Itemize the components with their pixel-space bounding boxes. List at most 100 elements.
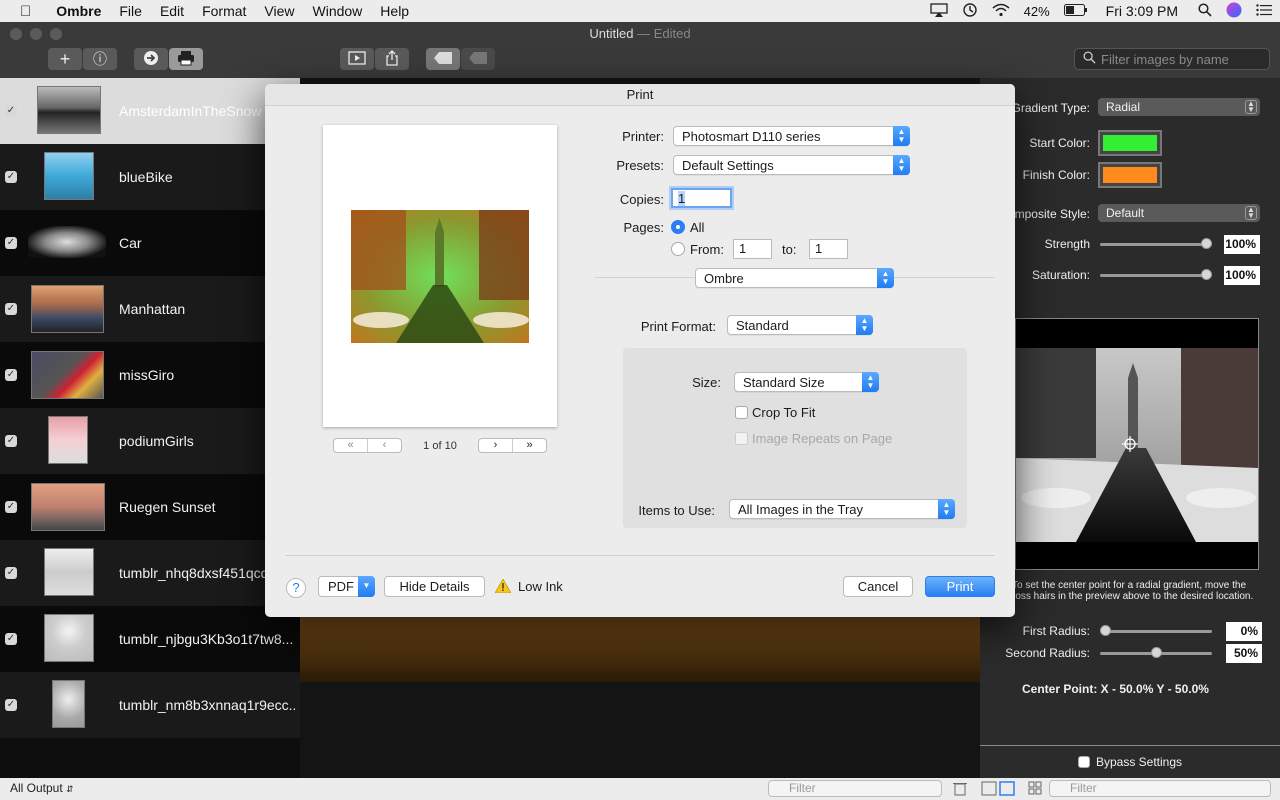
first-radius-slider[interactable] xyxy=(1100,625,1212,636)
output-select[interactable]: All Output ⇵ xyxy=(10,781,74,795)
info-button[interactable]: ⓘ xyxy=(83,48,117,70)
share-icon xyxy=(385,49,399,69)
item-checkbox[interactable]: ✓ xyxy=(5,699,17,711)
bypass-checkbox[interactable] xyxy=(1077,756,1090,768)
hide-details-button[interactable]: Hide Details xyxy=(384,576,485,597)
item-checkbox[interactable]: ✓ xyxy=(5,171,17,183)
pdf-menu-button[interactable]: PDF ▼ xyxy=(318,576,375,597)
size-value: Standard Size xyxy=(743,374,825,390)
trash-icon[interactable] xyxy=(953,781,967,799)
tray-item[interactable]: ✓ tumblr_nm8b3xnnaq1r9ecc... xyxy=(0,672,300,738)
slider-knob[interactable] xyxy=(1201,238,1212,249)
pages-all-radio[interactable] xyxy=(671,220,685,234)
filter-images-field[interactable]: Filter images by name xyxy=(1074,48,1270,70)
composite-style-select[interactable]: Default ▲ ▼ xyxy=(1098,204,1260,222)
size-select[interactable]: Standard Size ▲ ▼ xyxy=(734,372,879,392)
list-view-icon[interactable] xyxy=(981,781,1015,799)
slider-knob[interactable] xyxy=(1150,647,1162,658)
grid-view-icon[interactable] xyxy=(1028,781,1042,798)
first-page-button[interactable]: « xyxy=(334,439,367,452)
notification-center-icon[interactable] xyxy=(1256,3,1272,19)
crop-to-fit-checkbox[interactable] xyxy=(735,406,748,419)
cancel-button[interactable]: Cancel xyxy=(843,576,913,597)
updown-chevron-icon: ▲ ▼ xyxy=(938,499,955,519)
item-checkbox[interactable]: ✓ xyxy=(5,633,17,645)
print-format-select[interactable]: Standard ▲ ▼ xyxy=(727,315,873,335)
tray-item[interactable]: ✓ Ruegen Sunset xyxy=(0,474,300,540)
crosshair-icon[interactable] xyxy=(1122,436,1138,455)
last-page-button[interactable]: » xyxy=(512,439,546,452)
thumbnail xyxy=(44,152,94,200)
tray-item[interactable]: ✓ tumblr_njbgu3Kb3o1t7tw8... xyxy=(0,606,300,672)
thumbnail xyxy=(28,226,106,258)
previous-page-button[interactable]: ‹ xyxy=(367,439,401,452)
tray-item[interactable]: ✓ Car xyxy=(0,210,300,276)
compare-right-button[interactable] xyxy=(461,48,495,70)
saturation-slider[interactable] xyxy=(1100,269,1212,280)
print-section-select[interactable]: Ombre ▲ ▼ xyxy=(695,268,894,288)
tray-item[interactable]: ✓ AmsterdamInTheSnow xyxy=(0,78,300,144)
first-radius-value[interactable]: 0% xyxy=(1226,622,1262,641)
strength-value[interactable]: 100% xyxy=(1224,235,1260,254)
menu-format[interactable]: Format xyxy=(193,3,255,19)
item-checkbox[interactable]: ✓ xyxy=(5,567,17,579)
item-checkbox[interactable]: ✓ xyxy=(5,303,17,315)
menu-view[interactable]: View xyxy=(255,3,303,19)
print-button[interactable] xyxy=(169,48,203,70)
menu-app-name[interactable]: Ombre xyxy=(40,3,110,19)
export-button[interactable] xyxy=(134,48,168,70)
gradient-type-select[interactable]: Radial ▲ ▼ xyxy=(1098,98,1260,116)
pages-range-radio[interactable] xyxy=(671,242,685,256)
menu-edit[interactable]: Edit xyxy=(151,3,193,19)
warning-icon xyxy=(494,578,512,596)
add-image-button[interactable]: + xyxy=(48,48,82,70)
time-machine-icon[interactable] xyxy=(962,2,978,21)
menu-window[interactable]: Window xyxy=(304,3,372,19)
apple-menu-icon[interactable]:  xyxy=(0,3,40,20)
divider xyxy=(285,555,995,556)
menu-file[interactable]: File xyxy=(110,3,151,19)
printer-select[interactable]: Photosmart D110 series ▲ ▼ xyxy=(673,126,910,146)
item-checkbox[interactable]: ✓ xyxy=(5,435,17,447)
image-repeats-checkbox[interactable] xyxy=(735,432,748,445)
tray-item[interactable]: ✓ podiumGirls xyxy=(0,408,300,474)
second-radius-slider[interactable] xyxy=(1100,647,1212,658)
pages-from-field[interactable]: 1 xyxy=(733,239,772,259)
menu-help[interactable]: Help xyxy=(371,3,418,19)
updown-chevron-icon: ▲ ▼ xyxy=(856,315,873,335)
next-page-button[interactable]: › xyxy=(479,439,512,452)
tray-item[interactable]: ✓ missGiro xyxy=(0,342,300,408)
item-checkbox[interactable]: ✓ xyxy=(5,501,17,513)
start-color-well[interactable] xyxy=(1098,130,1162,156)
copies-field[interactable]: 1 xyxy=(671,188,732,208)
item-checkbox[interactable]: ✓ xyxy=(5,105,17,117)
strength-slider[interactable] xyxy=(1100,238,1212,249)
slider-knob[interactable] xyxy=(1201,269,1212,280)
airplay-icon[interactable] xyxy=(929,2,948,20)
output-filter-field[interactable]: Filter xyxy=(1049,780,1271,797)
item-checkbox[interactable]: ✓ xyxy=(5,369,17,381)
share-button[interactable] xyxy=(375,48,409,70)
siri-icon[interactable] xyxy=(1226,2,1242,21)
slider-knob[interactable] xyxy=(1100,625,1111,636)
wifi-icon[interactable] xyxy=(992,3,1010,20)
tray-filter-field[interactable]: Filter xyxy=(768,780,942,797)
second-radius-value[interactable]: 50% xyxy=(1226,644,1262,663)
spotlight-search-icon[interactable] xyxy=(1192,2,1212,20)
print-confirm-button[interactable]: Print xyxy=(925,576,995,597)
clock[interactable]: Fri 3:09 PM xyxy=(1102,3,1178,19)
finish-color-well[interactable] xyxy=(1098,162,1162,188)
battery-icon[interactable] xyxy=(1063,3,1088,19)
item-checkbox[interactable]: ✓ xyxy=(5,237,17,249)
tray-item[interactable]: ✓ tumblr_nhq8dxsf451qcq xyxy=(0,540,300,606)
items-to-use-select[interactable]: All Images in the Tray ▲ ▼ xyxy=(729,499,955,519)
pages-to-field[interactable]: 1 xyxy=(809,239,848,259)
compare-left-button[interactable] xyxy=(426,48,460,70)
bypass-settings-option[interactable]: Bypass Settings xyxy=(980,745,1280,778)
presets-select[interactable]: Default Settings ▲ ▼ xyxy=(673,155,910,175)
tray-item[interactable]: ✓ Manhattan xyxy=(0,276,300,342)
tray-item[interactable]: ✓ blueBike xyxy=(0,144,300,210)
help-button[interactable]: ? xyxy=(286,578,306,598)
slideshow-button[interactable] xyxy=(340,48,374,70)
saturation-value[interactable]: 100% xyxy=(1224,266,1260,285)
